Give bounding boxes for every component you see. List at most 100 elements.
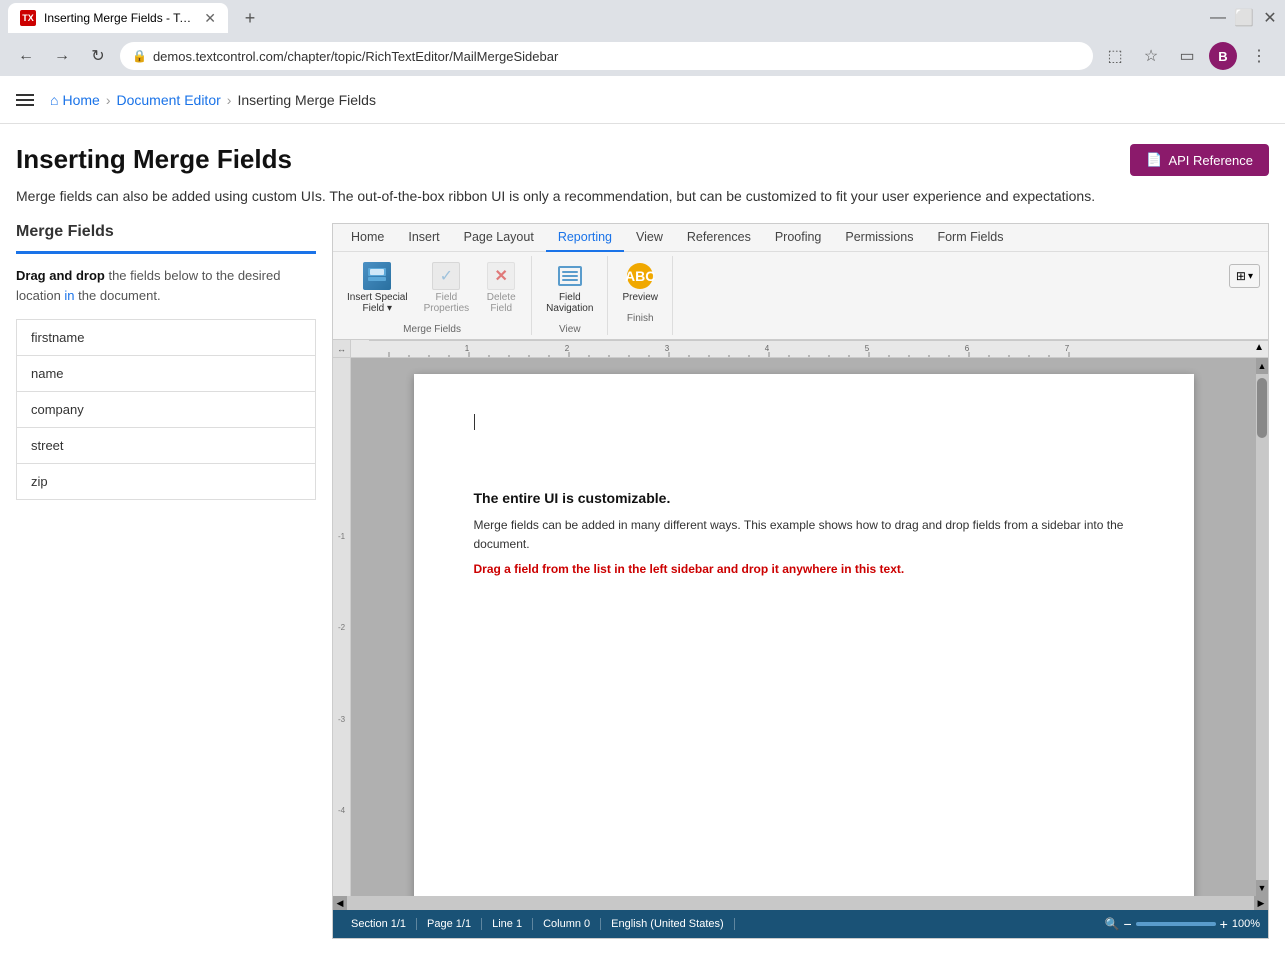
zoom-plus[interactable]: + [1220,916,1228,932]
page-description: Merge fields can also be added using cus… [0,186,1285,223]
preview-button[interactable]: ABC Preview [616,256,664,307]
ruler-svg: 1 2 3 [369,340,1268,358]
status-bar: Section 1/1 Page 1/1 Line 1 Column 0 Eng… [333,910,1268,938]
minimize-button[interactable]: — [1211,11,1225,25]
url-bar[interactable]: 🔒 demos.textcontrol.com/chapter/topic/Ri… [120,42,1093,70]
security-icon: 🔒 [132,49,147,63]
breadcrumb-parent[interactable]: Document Editor [117,92,221,108]
ribbon-tab-form-fields[interactable]: Form Fields [925,224,1015,252]
menu-icon[interactable]: ⋮ [1245,42,1273,70]
sidebar-title: Merge Fields [16,223,316,254]
svg-text:6: 6 [965,344,970,353]
document-page[interactable]: The entire UI is customizable. Merge fie… [414,374,1194,896]
delete-field-label: Delete [487,292,516,303]
scrollbar-thumb[interactable] [1257,378,1267,438]
sidebar-toggle-icon[interactable]: ▭ [1173,42,1201,70]
insert-special-field-button[interactable]: Insert Special Field ▾ [341,256,414,318]
ribbon-tab-page-layout[interactable]: Page Layout [452,224,546,252]
field-nav-label2: Navigation [546,303,593,314]
document-body: Merge fields can be added in many differ… [474,516,1134,554]
field-item-firstname[interactable]: firstname [17,320,315,356]
hamburger-menu[interactable] [16,94,34,106]
expand-chevron: ▾ [1248,271,1253,282]
insert-special-label: Insert Special [347,292,408,303]
delete-field-button: ✕ Delete Field [479,256,523,318]
zoom-icon: 🔍 [1105,917,1120,931]
v-ruler-4: -3 [338,713,345,805]
hscrollbar-right[interactable]: ▶ [1254,896,1268,910]
field-item-company[interactable]: company [17,392,315,428]
ribbon-group-merge-fields: Insert Special Field ▾ ✓ Field Propertie… [333,256,532,335]
api-reference-button[interactable]: 📄 API Reference [1130,144,1269,176]
merge-fields-sidebar: Merge Fields Drag and drop the fields be… [16,223,316,939]
document-heading: The entire UI is customizable. [474,490,1134,506]
nav-line-3 [562,279,578,281]
editor-container: HomeInsertPage LayoutReportingViewRefere… [332,223,1269,939]
field-navigation-button[interactable]: Field Navigation [540,256,599,318]
field-list: firstnamenamecompanystreetzip [16,319,316,500]
insert-sq [363,262,391,290]
editor-scroll-inner: The entire UI is customizable. Merge fie… [351,358,1256,896]
field-item-zip[interactable]: zip [17,464,315,499]
field-properties-button: ✓ Field Properties [418,256,476,318]
field-item-street[interactable]: street [17,428,315,464]
refresh-button[interactable]: ↻ [84,42,112,70]
horizontal-scrollbar[interactable]: ◀ ▶ [333,896,1268,910]
profile-icon[interactable]: B [1209,42,1237,70]
forward-button[interactable]: → [48,42,76,70]
hscrollbar-left[interactable]: ◀ [333,896,347,910]
breadcrumb-sep-2: › [227,92,232,108]
status-section: Section 1/1 [341,918,417,930]
status-language: English (United States) [601,918,735,930]
page-heading-area: Inserting Merge Fields 📄 API Reference [0,124,1285,186]
sidebar-description: Drag and drop the fields below to the de… [16,266,316,305]
maximize-button[interactable]: ⬜ [1237,11,1251,25]
delete-x: ✕ [494,266,507,286]
insert-special-icon [361,260,393,292]
back-button[interactable]: ← [12,42,40,70]
ribbon-tab-reporting[interactable]: Reporting [546,224,624,252]
finish-group-label: Finish [627,311,654,324]
tab-favicon: TX [20,10,36,26]
document-highlight: Drag a field from the list in the left s… [474,562,1134,576]
breadcrumb-home[interactable]: ⌂ Home [50,92,100,108]
vertical-scrollbar[interactable]: ▲ ▼ [1256,358,1268,896]
ribbon-expand-button[interactable]: ⊞ ▾ [1229,264,1260,288]
ribbon-tab-permissions[interactable]: Permissions [833,224,925,252]
svg-text:1: 1 [465,344,470,353]
api-ref-icon: 📄 [1146,152,1162,168]
close-window-button[interactable]: ✕ [1263,11,1277,25]
editor-scroll-area[interactable]: -1 -2 -3 -4 The entire UI is customizabl… [333,358,1268,896]
ribbon-tab-insert[interactable]: Insert [396,224,451,252]
preview-inner: ABC [627,263,653,289]
ribbon-tab-references[interactable]: References [675,224,763,252]
preview-icon-symbol: ABC [625,268,655,284]
status-page: Page 1/1 [417,918,482,930]
new-tab-button[interactable]: + [236,4,264,32]
ruler-scroll-up[interactable]: ▲ [1254,342,1264,353]
zoom-minus[interactable]: − [1123,916,1131,932]
ribbon-tab-home[interactable]: Home [339,224,396,252]
scrollbar-up[interactable]: ▲ [1256,358,1268,374]
field-nav-icon [554,260,586,292]
status-column: Column 0 [533,918,601,930]
insert-svg [367,267,387,285]
zoom-slider-track[interactable] [1136,922,1216,926]
ribbon-content: Insert Special Field ▾ ✓ Field Propertie… [333,252,1268,339]
tab-close-button[interactable]: ✕ [204,10,216,27]
svg-text:3: 3 [665,344,670,353]
ruler-scale: 1 2 3 [369,340,1268,357]
active-tab[interactable]: TX Inserting Merge Fields - Text Con... … [8,3,228,33]
breadcrumb-current: Inserting Merge Fields [237,92,376,108]
nav-icon-inner [558,266,582,286]
svg-text:7: 7 [1065,344,1070,353]
scrollbar-down[interactable]: ▼ [1256,880,1268,896]
bookmark-icon[interactable]: ☆ [1137,42,1165,70]
field-item-name[interactable]: name [17,356,315,392]
vertical-ruler: -1 -2 -3 -4 [333,358,351,896]
svg-text:4: 4 [765,344,770,353]
ribbon-tab-view[interactable]: View [624,224,675,252]
cast-icon[interactable]: ⬚ [1101,42,1129,70]
sidebar-desc-bold: Drag and drop [16,268,105,283]
ribbon-tab-proofing[interactable]: Proofing [763,224,834,252]
